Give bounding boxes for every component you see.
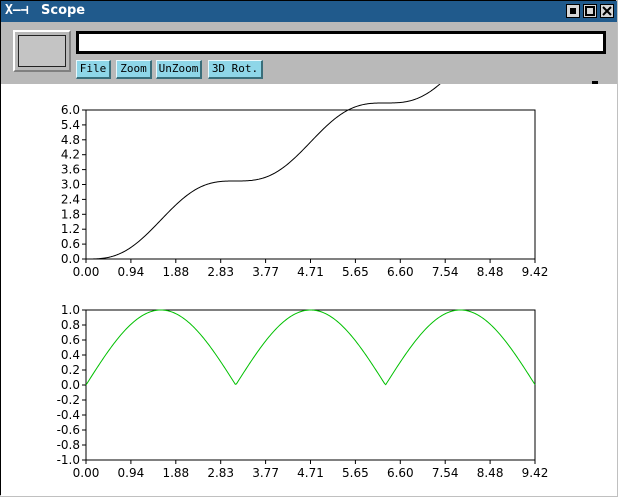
chart1-y-tick-label: 4.2 [61, 148, 80, 162]
chart1-x-tick-label: 7.54 [432, 265, 459, 279]
maximize-icon [585, 6, 595, 16]
chart1-x-tick-label: 2.83 [207, 265, 234, 279]
chart2-x-tick-label: 6.60 [387, 466, 414, 480]
chart1-x-tick-label: 5.65 [342, 265, 369, 279]
unzoom-button[interactable]: UnZoom [156, 60, 202, 79]
chart2-y-tick-label: 0.6 [61, 333, 80, 347]
chart2-y-tick-label: -0.8 [57, 438, 80, 452]
chart1-y-tick-label: 0.0 [61, 252, 80, 266]
close-icon [602, 6, 612, 16]
chart2-series-line [85, 309, 536, 386]
chart2-y-tick-label: -0.4 [57, 408, 80, 422]
zoom-button[interactable]: Zoom [116, 60, 152, 79]
chart2-y-tick-label: 0.4 [61, 348, 80, 362]
chart2-x-tick-label: 0.94 [118, 466, 145, 480]
command-input[interactable] [76, 31, 606, 54]
close-button[interactable] [600, 4, 614, 18]
chart2-x-tick-label: 2.83 [207, 466, 234, 480]
chart1-y-tick-label: 1.2 [61, 222, 80, 236]
chart2-x-tick-label: 9.42 [522, 466, 549, 480]
chart2-x-tick-label: 1.88 [162, 466, 189, 480]
title-bar[interactable]: X–⊣ Scope [1, 1, 617, 22]
chart1-y-tick-label: 6.0 [61, 103, 80, 117]
chart2-y-tick-label: -0.2 [57, 393, 80, 407]
plots-canvas: 6.05.44.84.23.63.02.41.81.20.60.00.00 0.9… [57, 84, 549, 480]
chart1-y-tick-label: 1.8 [61, 207, 80, 221]
chart2-frame [85, 309, 536, 461]
chart1-x-tick-label: 0.94 [118, 265, 145, 279]
chart1-y-tick-label: 5.4 [61, 118, 80, 132]
chart2-y-tick-label: 0.2 [61, 363, 80, 377]
window-title: Scope [41, 3, 86, 18]
chart2-y-tick-label: -0.6 [57, 423, 80, 437]
maximize-button[interactable] [583, 4, 597, 18]
chart1-y-tick-label: 4.8 [61, 133, 80, 147]
scope-window: X–⊣ Scope File Zoom UnZoom 3D Rot. 6.0 5.… [0, 0, 617, 496]
chart1-x-tick-label: 3.77 [252, 265, 279, 279]
app-logo-icon: X–⊣ [5, 3, 29, 18]
chart2-y-tick-label: 1.0 [61, 303, 80, 317]
chart2-y-tick-label: 0.8 [61, 318, 80, 332]
chart2-x-tick-label: 0.00 [73, 466, 100, 480]
chart2-x-tick-label: 7.54 [432, 466, 459, 480]
chart2-x-tick-label: 3.77 [252, 466, 279, 480]
plot-area: 6.0 5.4 4.8 4.2 3.6 3.0 2.4 1.8 1.2 0.6 0.0 0.00 0.9… [1, 84, 617, 496]
chart1-x-tick-label: 9.42 [522, 265, 549, 279]
minimize-button[interactable] [566, 4, 580, 18]
chart2-x-tick-label: 5.65 [342, 466, 369, 480]
chart2-y-tick-label: 0.0 [61, 378, 80, 392]
chart1-y-tick-label: 3.0 [61, 178, 80, 192]
preview-canvas [18, 35, 66, 67]
chart2-x-tick-label: 4.71 [297, 466, 324, 480]
chart2-x-tick-label: 8.48 [477, 466, 504, 480]
preview-panel[interactable] [13, 30, 71, 72]
chart1-y-tick-label: 3.6 [61, 163, 80, 177]
chart1-x-tick-label: 6.60 [387, 265, 414, 279]
chart2-y-tick-label: -1.0 [57, 453, 80, 467]
chart1-x-tick-label: 4.71 [297, 265, 324, 279]
minimize-icon [570, 8, 576, 14]
chart1-y-tick-label: 2.4 [61, 192, 80, 206]
file-button[interactable]: File [76, 60, 111, 79]
3d-rotate-button[interactable]: 3D Rot. [208, 60, 263, 79]
chart1-x-tick-label: 8.48 [477, 265, 504, 279]
toolbar: File Zoom UnZoom 3D Rot. [1, 22, 617, 87]
chart1-frame [85, 109, 536, 260]
chart1-y-tick-label: 0.6 [61, 237, 80, 251]
chart1-x-tick-label: 0.00 [73, 265, 100, 279]
chart1-x-tick-label: 1.88 [162, 265, 189, 279]
